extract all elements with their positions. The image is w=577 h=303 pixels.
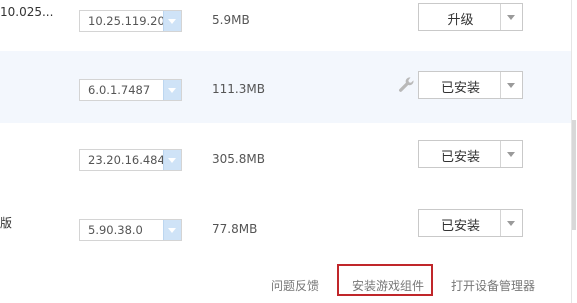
driver-name: 10.025... [0,5,54,19]
driver-row: 版 5.90.38.0 77.8MB 已安装 [0,191,571,259]
driver-list-panel: 10.025... 10.25.119.20 5.9MB 升级 6.0.1.74… [0,0,577,303]
version-dropdown-button[interactable] [163,80,181,100]
action-label: 已安装 [440,81,480,96]
installed-button[interactable]: 已安装 [418,209,523,237]
wrench-icon[interactable] [395,72,419,98]
action-label: 已安装 [440,219,480,234]
action-label: 已安装 [440,150,480,165]
chevron-down-icon [507,221,515,226]
version-dropdown-button[interactable] [163,150,181,170]
driver-name: 版 [0,216,13,230]
chevron-down-icon [507,15,515,20]
action-dropdown-button[interactable] [500,4,522,30]
upgrade-button[interactable]: 升级 [418,3,523,31]
version-select[interactable]: 23.20.16.484 [79,149,182,171]
chevron-down-icon [507,152,515,157]
driver-size: 111.3MB [212,82,265,96]
version-value: 23.20.16.484 [88,153,165,167]
chevron-down-icon [168,158,176,163]
chevron-down-icon [507,83,515,88]
open-device-manager-link[interactable]: 打开设备管理器 [451,277,535,294]
driver-size: 77.8MB [212,222,258,236]
driver-row: 6.0.1.7487 111.3MB 已安装 [0,51,571,123]
driver-row: 10.025... 10.25.119.20 5.9MB 升级 [0,0,571,43]
version-dropdown-button[interactable] [163,11,181,31]
driver-size: 5.9MB [212,13,250,27]
version-value: 6.0.1.7487 [88,83,151,97]
version-select[interactable]: 10.25.119.20 [79,10,182,32]
chevron-down-icon [168,88,176,93]
chevron-down-icon [168,19,176,24]
highlight-box [337,264,433,296]
installed-button[interactable]: 已安装 [418,140,523,168]
version-select[interactable]: 5.90.38.0 [79,219,182,241]
version-select[interactable]: 6.0.1.7487 [79,79,182,101]
driver-row: 23.20.16.484 305.8MB 已安装 [0,123,571,191]
version-value: 10.25.119.20 [88,14,165,28]
installed-button[interactable]: 已安装 [418,71,523,99]
feedback-link[interactable]: 问题反馈 [271,277,319,294]
action-label: 升级 [447,13,474,28]
action-dropdown-button[interactable] [500,141,522,167]
action-dropdown-button[interactable] [500,210,522,236]
action-dropdown-button[interactable] [500,72,522,98]
driver-size: 305.8MB [212,152,265,166]
version-value: 5.90.38.0 [88,223,143,237]
version-dropdown-button[interactable] [163,220,181,240]
chevron-down-icon [168,228,176,233]
scrollbar-thumb[interactable] [572,120,576,230]
